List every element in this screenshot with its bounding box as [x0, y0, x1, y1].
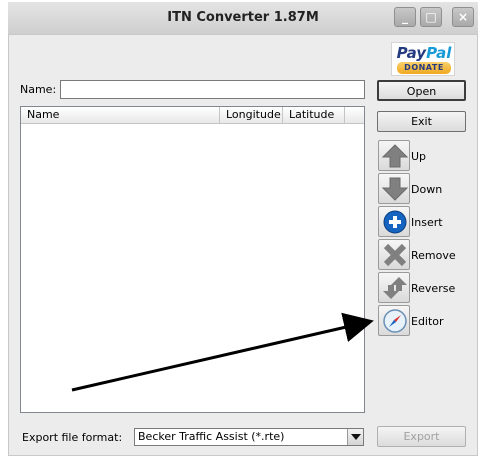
- app-window: ITN Converter 1.87M _ □ × PayPal DONATE …: [0, 0, 485, 461]
- annotation-arrow-icon: [71, 312, 374, 392]
